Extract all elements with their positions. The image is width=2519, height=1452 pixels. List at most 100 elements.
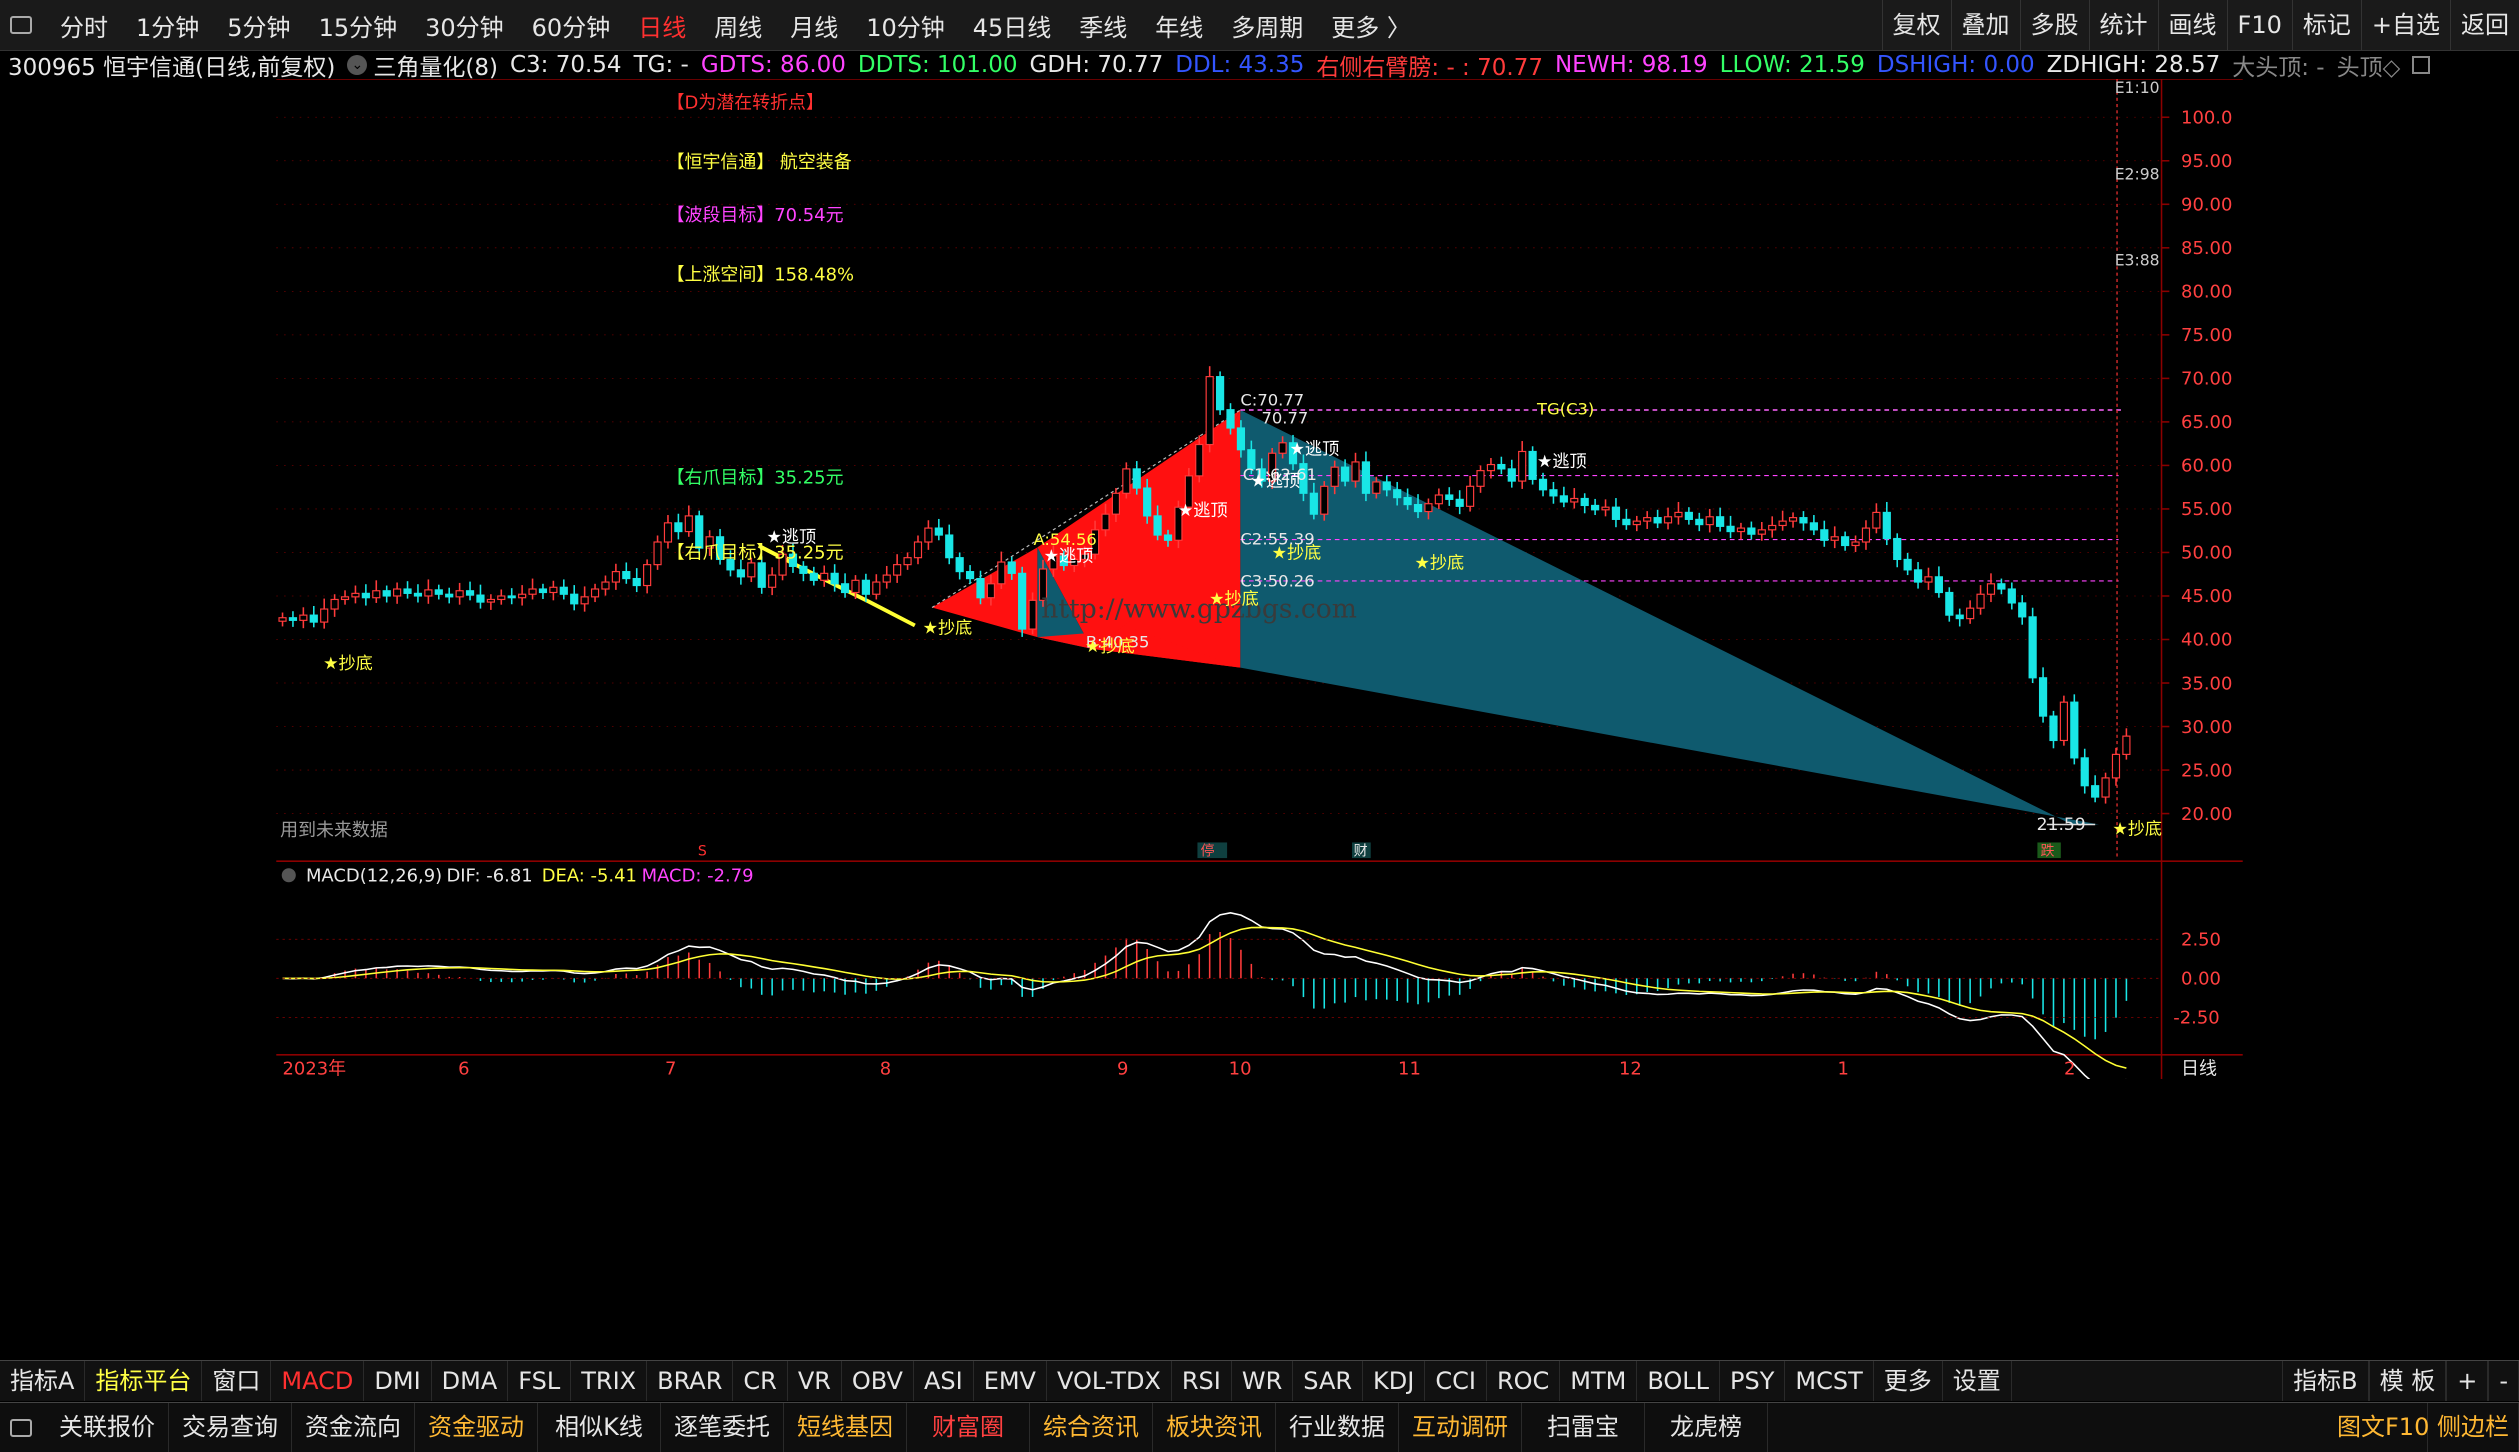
period-tab-0[interactable]: 分时 [46,8,122,43]
candle-body [1913,569,1923,583]
event-marker-drop[interactable]: 跌 [2041,844,2055,860]
period-tab-14[interactable]: 更多 〉 [1317,8,1425,43]
function-button-2[interactable]: 资金流向 [292,1403,415,1452]
price-label-1: 95.00 [2181,151,2232,172]
function-button-12[interactable]: 扫雷宝 [1522,1403,1645,1452]
function-button-9[interactable]: 板块资讯 [1153,1403,1276,1452]
indicator-tab-2[interactable]: 窗口 [202,1361,272,1401]
indicator-tab-5[interactable]: DMA [432,1361,509,1401]
indicator-tab-16[interactable]: WR [1232,1361,1294,1401]
window-menu-icon[interactable] [10,16,32,34]
event-marker-fin[interactable]: 财 [1354,844,1368,860]
period-tab-7[interactable]: 周线 [700,8,776,43]
macd-dea-line [282,926,2127,1069]
function-button-13[interactable]: 龙虎榜 [1645,1403,1768,1452]
indicator-tab-18[interactable]: KDJ [1363,1361,1426,1401]
indicator-tab-22[interactable]: BOLL [1637,1361,1721,1401]
toolbar-button-3[interactable]: 统计 [2088,0,2158,50]
toolbar-button-6[interactable]: 标记 [2291,0,2361,50]
indicator-tab-14[interactable]: VOL-TDX [1047,1361,1172,1401]
function-right-button-0[interactable]: 图文F10 [2337,1403,2429,1452]
indicator-tab-21[interactable]: MTM [1560,1361,1638,1401]
function-button-3[interactable]: 资金驱动 [415,1403,538,1452]
function-button-1[interactable]: 交易查询 [169,1403,292,1452]
period-tab-8[interactable]: 月线 [776,8,852,43]
candle-body [945,534,954,559]
toolbar-button-7[interactable]: +自选 [2360,0,2450,50]
indicator-tab-12[interactable]: ASI [914,1361,974,1401]
price-label-13: 35.00 [2181,673,2232,694]
chart-area[interactable]: 【D为潜在转折点】 【恒宇信通】 航空装备 【波段目标】70.54元 【上涨空间… [0,79,2519,1079]
indicator-tab-3[interactable]: MACD [271,1361,365,1401]
function-button-4[interactable]: 相似K线 [538,1403,661,1452]
indicator-tab-26[interactable]: 设置 [1943,1361,2012,1401]
period-tab-13[interactable]: 多周期 [1217,8,1317,43]
function-button-10[interactable]: 行业数据 [1276,1403,1399,1452]
indicator-tab-right-1[interactable]: 模 板 [2368,1361,2447,1401]
indicator-tab-23[interactable]: PSY [1720,1361,1786,1401]
candle-body [1330,466,1339,487]
chevron-down-icon[interactable]: ⌄ [347,55,368,75]
function-button-0[interactable]: 关联报价 [46,1403,169,1452]
period-tab-1[interactable]: 1分钟 [122,8,213,43]
period-tab-4[interactable]: 30分钟 [411,8,518,43]
indicator-tab-6[interactable]: FSL [508,1361,572,1401]
candle-body [674,522,683,533]
toolbar-button-2[interactable]: 多股 [2019,0,2089,50]
indicator-tab-19[interactable]: CCI [1425,1361,1487,1401]
indicator-tab-4[interactable]: DMI [364,1361,432,1401]
price-label-3: 85.00 [2181,238,2232,259]
period-tab-9[interactable]: 10分钟 [852,8,959,43]
period-tab-11[interactable]: 季线 [1065,8,1141,43]
period-tab-2[interactable]: 5分钟 [213,8,304,43]
indicator-tab-8[interactable]: BRAR [647,1361,734,1401]
macd-axis-bottom: -2.50 [2173,1008,2219,1029]
indicator-tab-17[interactable]: SAR [1293,1361,1364,1401]
indicator-tab-25[interactable]: 更多 [1874,1361,1943,1401]
candle-body [476,594,485,603]
indicator-tab-13[interactable]: EMV [974,1361,1047,1401]
indicator-name[interactable]: 三角量化(8) [373,48,498,82]
candle-body [445,593,454,598]
period-tab-3[interactable]: 15分钟 [305,8,412,43]
period-tab-10[interactable]: 45日线 [959,8,1066,43]
toolbar-button-1[interactable]: 叠加 [1950,0,2020,50]
candle-body [1018,572,1027,630]
candle-body [1716,516,1725,527]
event-marker-stop[interactable]: 停 [1201,843,1215,860]
candle-body [2091,785,2100,798]
indicator-tab-1[interactable]: 指标平台 [85,1361,203,1401]
date-label-1: 1 [1838,1058,1849,1079]
candle-body [653,541,662,566]
indicator-tab-24[interactable]: MCST [1785,1361,1874,1401]
indicator-tab-15[interactable]: RSI [1172,1361,1232,1401]
candle-body [1695,518,1704,526]
period-tab-12[interactable]: 年线 [1141,8,1217,43]
indicator-tab-right-2[interactable]: + [2446,1361,2489,1401]
indicator-tab-10[interactable]: VR [788,1361,842,1401]
period-tab-5[interactable]: 60分钟 [518,8,625,43]
indicator-tab-11[interactable]: OBV [842,1361,914,1401]
function-button-11[interactable]: 互动调研 [1399,1403,1522,1452]
indicator-tab-9[interactable]: CR [733,1361,788,1401]
function-right-button-1[interactable]: 侧边栏 [2428,1403,2519,1452]
toolbar-button-4[interactable]: 画线 [2157,0,2227,50]
period-tab-6[interactable]: 日线 [624,8,700,43]
buy-bottom-signal-5: ★抄底 [1272,543,1322,563]
indicator-tab-20[interactable]: ROC [1487,1361,1561,1401]
indicator-tab-0[interactable]: 指标A [0,1361,86,1401]
toolbar-button-0[interactable]: 复权 [1881,0,1951,50]
indicator-tab-right-3[interactable]: - [2488,1361,2519,1401]
panel-toggle-icon[interactable] [10,1418,32,1437]
indicator-tab-right-0[interactable]: 指标B [2282,1361,2369,1401]
function-button-5[interactable]: 逐笔委托 [661,1403,784,1452]
macd-collapse-icon[interactable] [281,868,296,883]
function-button-7[interactable]: 财富圈 [907,1403,1030,1452]
function-button-8[interactable]: 综合资讯 [1030,1403,1153,1452]
expand-icon[interactable] [2412,56,2431,74]
toolbar-button-5[interactable]: F10 [2226,0,2292,50]
toolbar-button-8[interactable]: 返回 [2450,0,2519,50]
function-button-6[interactable]: 短线基因 [784,1403,907,1452]
indicator-tab-7[interactable]: TRIX [571,1361,648,1401]
event-marker-s[interactable]: S [698,844,707,860]
